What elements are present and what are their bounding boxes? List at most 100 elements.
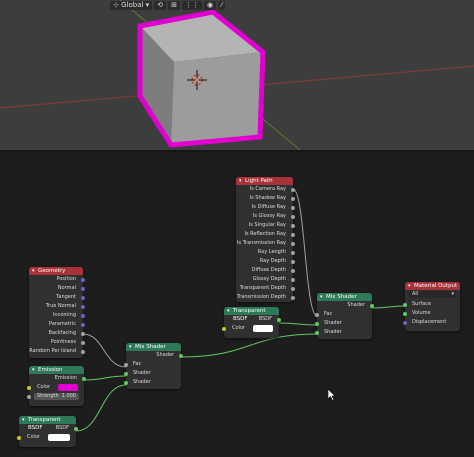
color-swatch[interactable]	[48, 434, 70, 441]
shader-output: Shader	[126, 351, 183, 360]
material-output-node[interactable]: Material Output All ▾ Surface Volume Displ…	[403, 282, 460, 331]
input-socket[interactable]	[403, 302, 407, 307]
output-row: Ray Length	[236, 248, 295, 257]
input-row: Displacement	[403, 318, 460, 327]
output-socket[interactable]	[277, 317, 281, 322]
output-socket[interactable]	[81, 331, 85, 336]
link-light-path-to-mix-fac	[292, 188, 318, 317]
input-label: Shader	[133, 370, 151, 376]
output-socket[interactable]	[291, 187, 295, 192]
output-socket[interactable]	[291, 205, 295, 210]
output-socket[interactable]	[81, 304, 85, 309]
shader-input-2: Shader	[315, 328, 372, 337]
mix-shader-node-right[interactable]: Mix Shader Shader Fac Shader Shader	[315, 293, 374, 339]
output-label: BSDF	[258, 316, 272, 322]
light-path-node[interactable]: Light Path Is Camera RayIs Shadow RayIs …	[236, 177, 295, 302]
transparent-bsdf-node-2[interactable]: Transparent BSDF BSDF Color	[17, 416, 78, 447]
output-socket[interactable]	[81, 277, 85, 282]
node-header[interactable]: Geometry	[29, 267, 83, 275]
input-socket[interactable]	[17, 435, 21, 440]
strength-field[interactable]: Strength 1.000	[34, 393, 79, 400]
output-socket[interactable]	[291, 268, 295, 273]
bsdf-output: BSDF	[19, 424, 78, 433]
output-socket[interactable]	[291, 295, 295, 300]
output-socket[interactable]	[291, 286, 295, 291]
output-row: Backfacing	[29, 329, 85, 338]
target-dropdown[interactable]: All ▾	[409, 291, 456, 298]
snap-toggle[interactable]: ⊞	[168, 0, 180, 10]
output-socket[interactable]	[370, 303, 374, 308]
link-mix-to-output-surface	[371, 305, 406, 309]
emission-output: Emission	[29, 374, 86, 383]
output-row: Normal	[29, 284, 85, 293]
node-header[interactable]: Material Output	[405, 282, 460, 290]
orientation-dropdown[interactable]: ⊹ Global ▾	[110, 0, 153, 10]
output-socket[interactable]	[291, 223, 295, 228]
output-label: Transparent Depth	[239, 285, 286, 291]
geometry-node[interactable]: Geometry Position Normal Tangent True Norma…	[29, 267, 85, 358]
input-socket[interactable]	[222, 326, 226, 331]
output-row: Position	[29, 275, 85, 284]
falloff-dropdown[interactable]: ⁄	[218, 0, 226, 10]
input-label: Shader	[133, 379, 151, 385]
transparent-bsdf-node[interactable]: Transparent BSDF BSDF Color	[222, 307, 281, 338]
output-socket[interactable]	[291, 232, 295, 237]
input-socket[interactable]	[124, 362, 128, 367]
orientation-label: Global	[121, 1, 144, 9]
shader-node-editor[interactable]: Light Path Is Camera RayIs Shadow RayIs …	[0, 152, 474, 457]
output-socket[interactable]	[81, 322, 85, 327]
mix-shader-node-left[interactable]: Mix Shader Shader Fac Shader Shader	[124, 343, 183, 389]
output-socket[interactable]	[291, 250, 295, 255]
output-row: Is Transmission Ray	[236, 239, 295, 248]
node-header[interactable]: Light Path	[236, 177, 293, 185]
bsdf-output: BSDF	[224, 315, 281, 324]
input-socket[interactable]	[315, 312, 319, 317]
input-socket[interactable]	[124, 371, 128, 376]
color-swatch[interactable]	[253, 325, 273, 332]
output-socket[interactable]	[291, 277, 295, 282]
input-socket[interactable]	[315, 321, 319, 326]
output-socket[interactable]	[291, 196, 295, 201]
input-row: Volume	[403, 309, 460, 318]
output-label: BSDF	[55, 425, 69, 431]
output-socket[interactable]	[291, 259, 295, 264]
strength-label: Strength	[37, 393, 59, 399]
falloff-icon: ⁄	[221, 1, 223, 9]
pivot-button[interactable]: ⟲	[154, 0, 167, 10]
color-swatch[interactable]	[58, 384, 78, 391]
output-row: Parametric	[29, 320, 85, 329]
node-header[interactable]: Mix Shader	[317, 293, 372, 301]
shader-output: Shader	[317, 301, 374, 310]
input-socket[interactable]	[403, 311, 407, 316]
output-socket[interactable]	[81, 295, 85, 300]
input-socket[interactable]	[315, 330, 319, 335]
geometry-outputs: Position Normal Tangent True Normal Incoming…	[29, 275, 85, 356]
input-socket[interactable]	[27, 394, 31, 399]
node-header[interactable]: Emission	[29, 366, 84, 374]
output-socket[interactable]	[82, 376, 86, 381]
node-header[interactable]: Transparent BSDF	[19, 416, 76, 431]
output-socket[interactable]	[74, 426, 78, 431]
color-input: Color	[27, 383, 84, 392]
snap-type-dropdown[interactable]: ⋮⋮	[181, 0, 202, 10]
node-header[interactable]: Transparent BSDF	[224, 307, 279, 322]
proportional-edit-toggle[interactable]: ◉	[203, 0, 217, 10]
output-socket[interactable]	[179, 353, 183, 358]
emission-node[interactable]: Emission Emission Color Strength 1.000	[27, 366, 86, 406]
node-header[interactable]: Mix Shader	[126, 343, 181, 351]
output-row: Pointiness	[29, 338, 85, 347]
output-socket[interactable]	[81, 286, 85, 291]
output-socket[interactable]	[81, 349, 85, 354]
output-socket[interactable]	[81, 313, 85, 318]
input-socket[interactable]	[403, 320, 407, 325]
output-socket[interactable]	[291, 241, 295, 246]
color-label: Color	[27, 434, 41, 440]
input-label: Shader	[324, 329, 342, 335]
3d-viewport[interactable]: ⊹ Global ▾ ⟲ ⊞ ⋮⋮ ◉ ⁄	[0, 0, 474, 150]
output-socket[interactable]	[81, 340, 85, 345]
output-socket[interactable]	[291, 214, 295, 219]
output-row: Incoming	[29, 311, 85, 320]
pivot-icon: ⟲	[157, 1, 164, 9]
input-socket[interactable]	[27, 385, 31, 390]
input-socket[interactable]	[124, 380, 128, 385]
